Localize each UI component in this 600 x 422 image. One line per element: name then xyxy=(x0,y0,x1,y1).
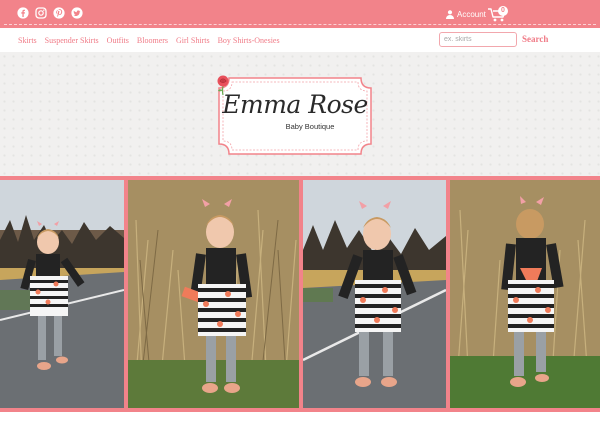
account-link[interactable]: Account xyxy=(446,10,486,19)
main-nav: Skirts Suspender Skirts Outfits Bloomers… xyxy=(0,28,600,52)
nav-links: Skirts Suspender Skirts Outfits Bloomers… xyxy=(18,36,280,45)
logo-name: Emma Rose xyxy=(222,90,368,119)
instagram-icon[interactable] xyxy=(35,7,47,19)
nav-item-girl-shirts[interactable]: Girl Shirts xyxy=(176,36,210,45)
nav-item-suspender-skirts[interactable]: Suspender Skirts xyxy=(45,36,99,45)
nav-item-boy-shirts-onesies[interactable]: Boy Shirts-Onesies xyxy=(218,36,280,45)
photo-girl-laughing-road[interactable] xyxy=(303,180,446,408)
photo-strip xyxy=(0,176,600,412)
stitch-divider xyxy=(4,24,596,25)
search-input[interactable] xyxy=(439,32,517,47)
facebook-icon[interactable] xyxy=(17,7,29,19)
site-logo[interactable]: Emma Rose Baby Boutique xyxy=(215,74,375,158)
photo-girl-running-road[interactable] xyxy=(0,180,124,408)
pinterest-icon[interactable] xyxy=(53,7,65,19)
nav-item-outfits[interactable]: Outfits xyxy=(107,36,129,45)
twitter-icon[interactable] xyxy=(71,7,83,19)
nav-item-skirts[interactable]: Skirts xyxy=(18,36,37,45)
logo-subtitle: Baby Boutique xyxy=(285,122,335,131)
page-bottom xyxy=(0,412,600,422)
top-bar: Account 0 xyxy=(0,0,600,28)
search-button[interactable]: Search xyxy=(522,34,548,44)
social-links xyxy=(17,7,83,19)
photo-girl-dry-grass-front[interactable] xyxy=(128,180,299,408)
cart-count-badge: 0 xyxy=(498,6,508,16)
account-label: Account xyxy=(457,10,486,19)
nav-item-bloomers[interactable]: Bloomers xyxy=(137,36,168,45)
photo-girl-back-view-grass[interactable] xyxy=(450,180,600,408)
user-icon xyxy=(446,10,454,19)
